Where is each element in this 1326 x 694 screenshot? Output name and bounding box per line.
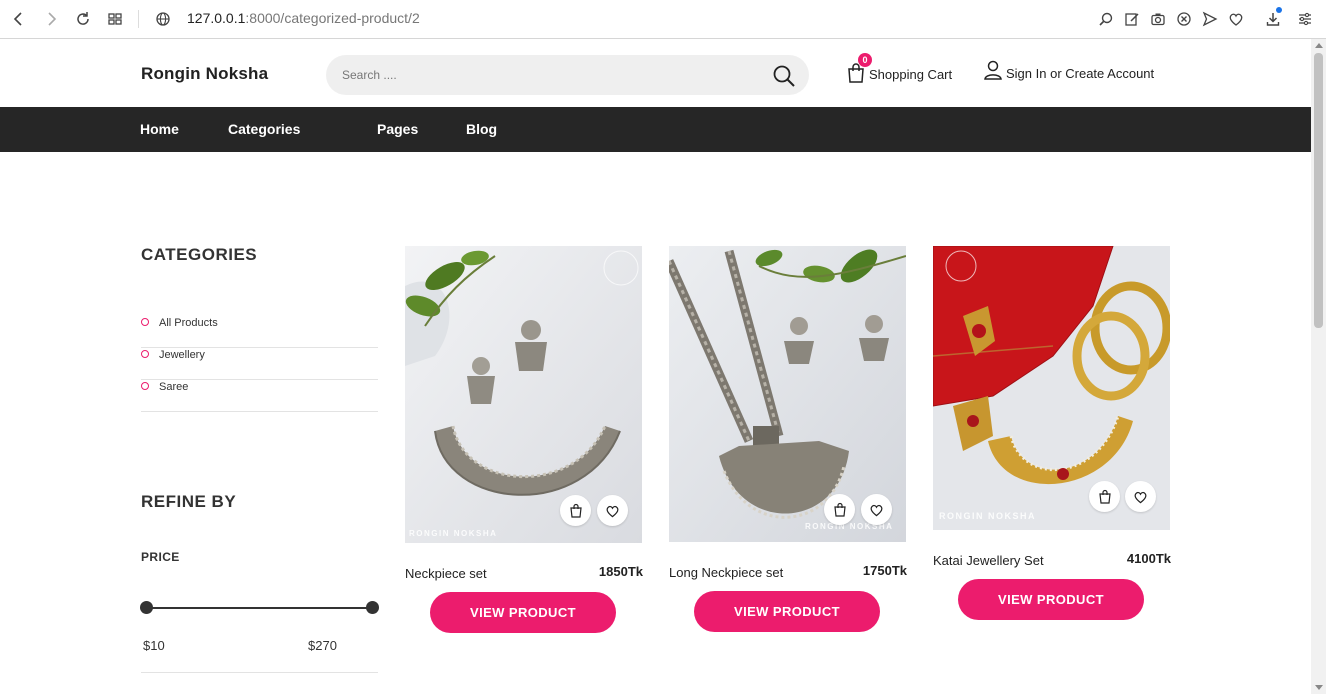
bag-icon xyxy=(833,502,847,517)
close-circle-icon[interactable] xyxy=(1174,9,1194,29)
product-name[interactable]: Long Neckpiece set xyxy=(669,565,783,580)
product-image[interactable]: RONGIN NOKSHA xyxy=(933,246,1170,530)
zoom-icon[interactable] xyxy=(1096,9,1116,29)
scroll-down-arrow[interactable] xyxy=(1315,685,1323,690)
bag-icon xyxy=(569,503,583,518)
add-to-cart-button[interactable] xyxy=(560,495,591,526)
product-name[interactable]: Neckpiece set xyxy=(405,566,487,581)
search-bar xyxy=(326,55,809,95)
cart-icon: 0 xyxy=(846,53,872,84)
nav-blog[interactable]: Blog xyxy=(466,121,497,137)
main-nav: Home Categories Pages Blog xyxy=(0,107,1311,152)
address-bar[interactable]: 127.0.0.1:8000/categorized-product/2 xyxy=(187,10,420,26)
product-watermark: RONGIN NOKSHA xyxy=(939,511,1037,521)
add-to-cart-button[interactable] xyxy=(1089,481,1120,512)
refine-heading: REFINE BY xyxy=(141,492,237,511)
user-icon xyxy=(984,60,1002,85)
category-bullet xyxy=(141,350,149,358)
category-bullet xyxy=(141,318,149,326)
price-slider-min-handle[interactable] xyxy=(140,601,153,614)
sidebar-divider xyxy=(141,672,378,673)
view-product-button[interactable]: VIEW PRODUCT xyxy=(958,579,1144,620)
price-slider-track[interactable] xyxy=(146,607,373,609)
category-label: Saree xyxy=(159,381,189,393)
back-icon[interactable] xyxy=(9,9,29,29)
category-label: All Products xyxy=(159,317,218,329)
reload-icon[interactable] xyxy=(73,9,93,29)
product-card: RONGIN NOKSHA Neckpiece set 1850Tk VIEW … xyxy=(405,246,643,636)
menu-icon[interactable] xyxy=(1295,9,1315,29)
forward-icon[interactable] xyxy=(41,9,61,29)
account-label: Sign In or Create Account xyxy=(1006,65,1155,81)
view-product-button[interactable]: VIEW PRODUCT xyxy=(694,591,880,632)
url-host: 127.0.0.1 xyxy=(187,10,246,26)
nav-home[interactable]: Home xyxy=(140,121,179,137)
search-input[interactable] xyxy=(342,65,762,85)
url-path: :8000/categorized-product/2 xyxy=(245,10,420,26)
scroll-thumb[interactable] xyxy=(1314,53,1323,328)
site-header: Rongin Noksha 0 Shopping Cart Sign In or… xyxy=(0,39,1311,107)
heart-icon xyxy=(605,504,620,518)
nav-categories[interactable]: Categories xyxy=(228,121,300,137)
toolbar-separator xyxy=(138,10,139,28)
wishlist-button[interactable] xyxy=(597,495,628,526)
product-name[interactable]: Katai Jewellery Set xyxy=(933,553,1044,568)
product-card: RONGIN NOKSHA Katai Jewellery Set 4100Tk… xyxy=(933,246,1171,626)
product-price: 4100Tk xyxy=(1126,551,1171,566)
bag-icon xyxy=(1098,489,1112,504)
price-min-value: $10 xyxy=(143,638,165,653)
cart-label: Shopping Cart xyxy=(869,66,953,82)
product-watermark: RONGIN NOKSHA xyxy=(409,529,498,538)
edit-icon[interactable] xyxy=(1122,9,1142,29)
category-bullet xyxy=(141,382,149,390)
price-max-value: $270 xyxy=(308,638,337,653)
category-item-saree[interactable]: Saree xyxy=(141,380,378,412)
scroll-up-arrow[interactable] xyxy=(1315,43,1323,48)
site-logo[interactable]: Rongin Noksha xyxy=(141,64,268,84)
product-image[interactable]: RONGIN NOKSHA xyxy=(405,246,642,543)
browser-toolbar: 127.0.0.1:8000/categorized-product/2 xyxy=(0,0,1326,39)
nav-pages[interactable]: Pages xyxy=(377,121,418,137)
category-label: Jewellery xyxy=(159,349,205,361)
category-item-jewellery[interactable]: Jewellery xyxy=(141,348,378,380)
download-icon[interactable] xyxy=(1263,7,1283,29)
price-slider-max-handle[interactable] xyxy=(366,601,379,614)
shopping-cart-link[interactable]: 0 Shopping Cart xyxy=(846,53,953,85)
cart-count-badge: 0 xyxy=(858,53,872,67)
download-badge xyxy=(1276,7,1282,13)
tabs-grid-icon[interactable] xyxy=(105,9,125,29)
camera-icon[interactable] xyxy=(1148,9,1168,29)
globe-icon xyxy=(153,9,173,29)
product-price: 1750Tk xyxy=(862,563,907,578)
page-scrollbar[interactable] xyxy=(1311,39,1326,694)
product-card: RONGIN NOKSHA Long Neckpiece set 1750Tk … xyxy=(669,246,907,636)
wishlist-button[interactable] xyxy=(861,494,892,525)
account-link[interactable]: Sign In or Create Account xyxy=(984,60,1154,84)
product-image[interactable]: RONGIN NOKSHA xyxy=(669,246,906,542)
price-heading: PRICE xyxy=(141,550,180,564)
product-price: 1850Tk xyxy=(598,564,643,579)
heart-icon xyxy=(869,503,884,517)
heart-icon xyxy=(1133,490,1148,504)
categories-heading: CATEGORIES xyxy=(141,245,258,264)
wishlist-button[interactable] xyxy=(1125,481,1156,512)
view-product-button[interactable]: VIEW PRODUCT xyxy=(430,592,616,633)
category-item-all-products[interactable]: All Products xyxy=(141,316,378,348)
send-icon[interactable] xyxy=(1200,9,1220,29)
search-icon[interactable] xyxy=(771,63,797,89)
heart-icon[interactable] xyxy=(1226,9,1246,29)
add-to-cart-button[interactable] xyxy=(824,494,855,525)
